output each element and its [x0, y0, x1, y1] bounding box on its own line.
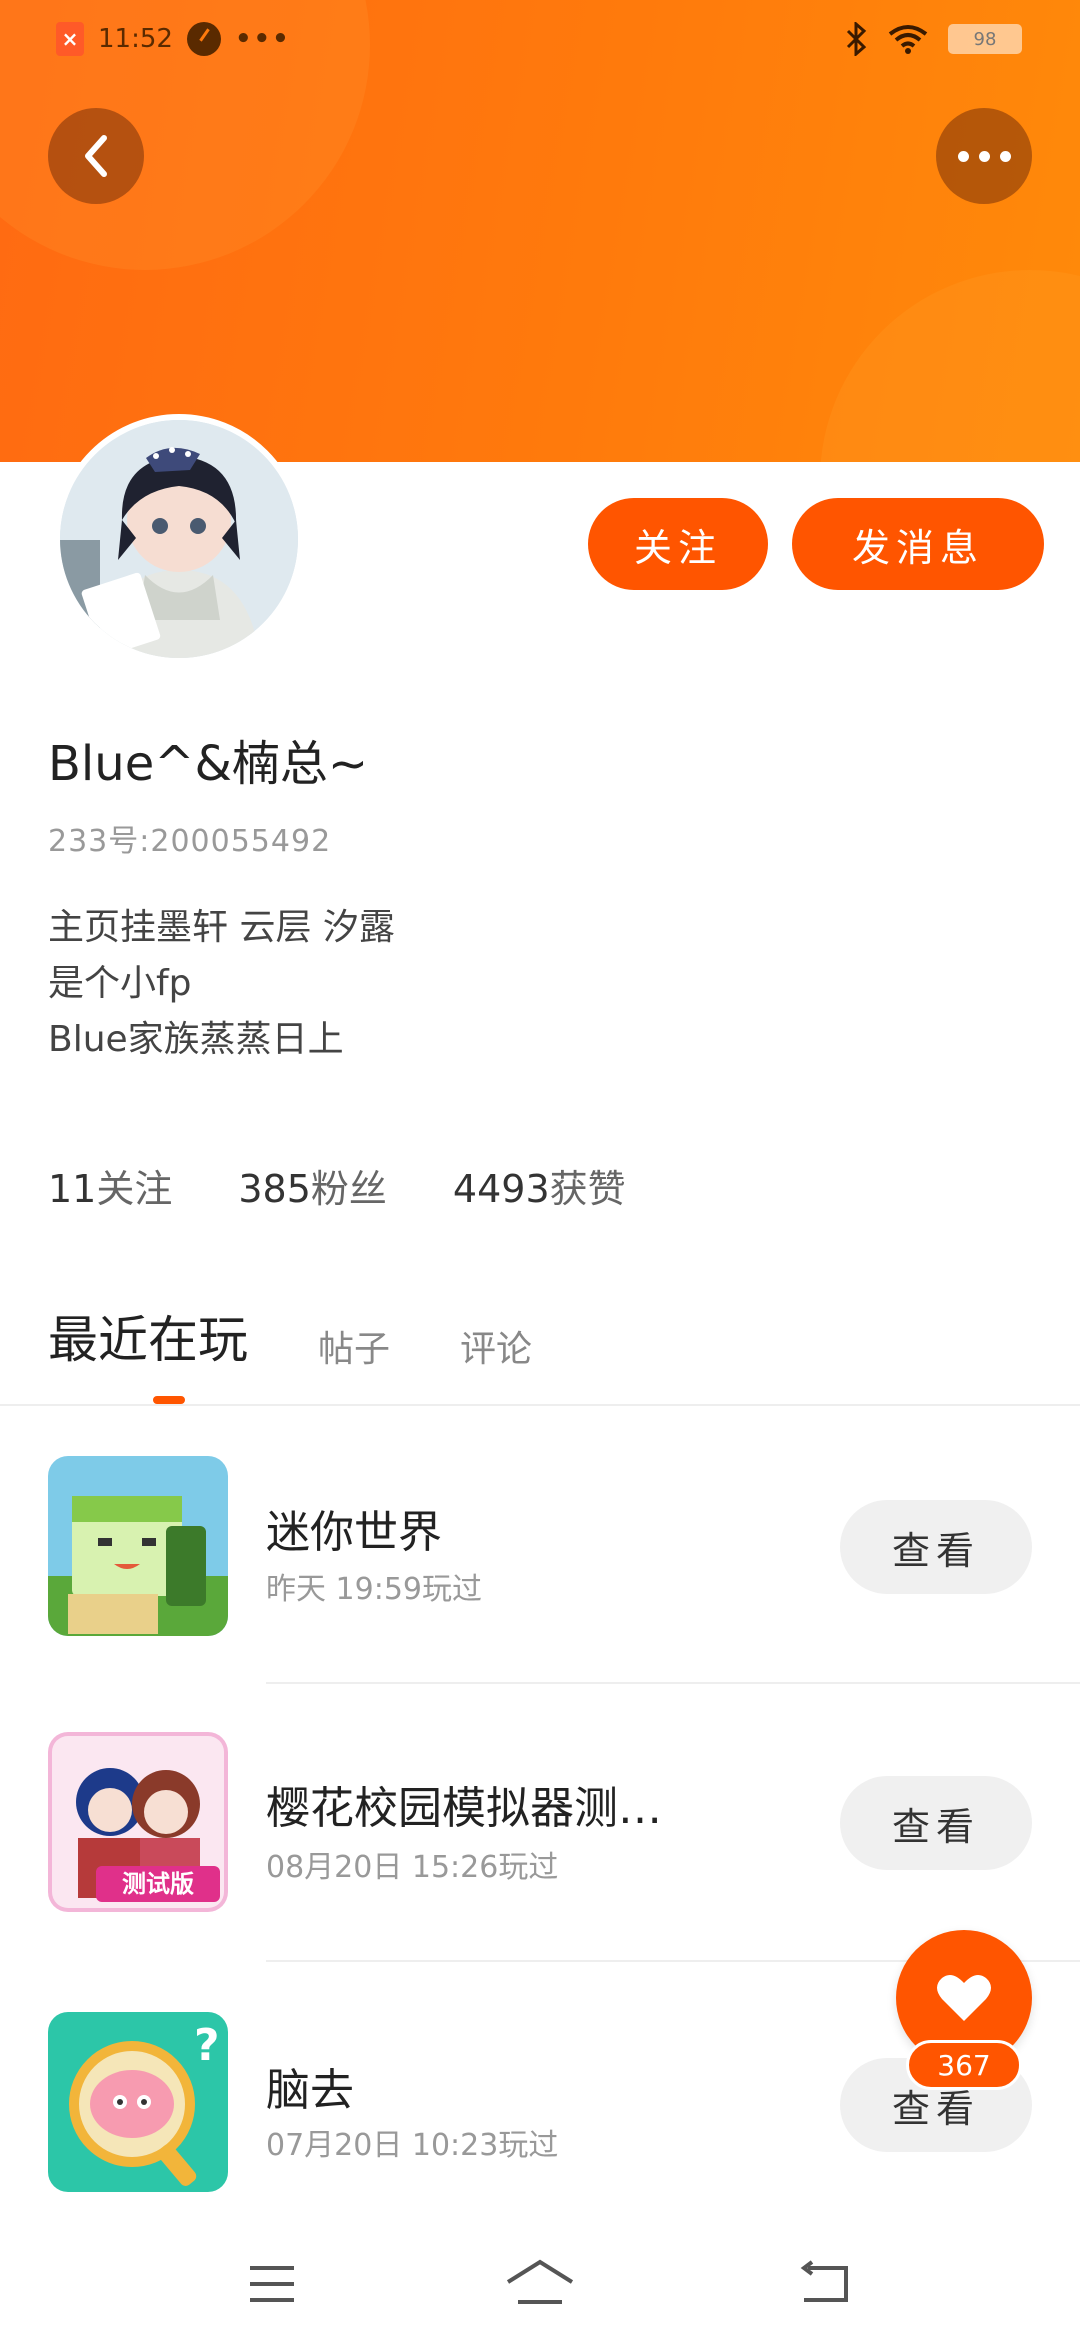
- mini-world-icon: [48, 1456, 228, 1636]
- follow-button[interactable]: 关注: [588, 498, 768, 590]
- user-bio: 主页挂墨轩 云层 汐露 是个小fp Blue家族蒸蒸日上: [48, 900, 395, 1068]
- stat-followers[interactable]: 385粉丝: [238, 1158, 387, 1213]
- home-icon[interactable]: [504, 2254, 576, 2314]
- game-title: 迷你世界: [266, 1507, 442, 1558]
- test-version-badge: 测试版: [122, 1870, 194, 1898]
- tab-posts[interactable]: 帖子: [318, 1320, 390, 1372]
- gauge-icon: [186, 22, 221, 56]
- played-time: 07月20日 10:23玩过: [266, 2128, 559, 2163]
- active-tab-indicator: [153, 1396, 185, 1404]
- stat-count: 11: [48, 1167, 97, 1211]
- battery-level: 98: [973, 28, 997, 50]
- view-button[interactable]: 查看: [840, 1776, 1032, 1870]
- more-dots-icon: [957, 150, 1011, 162]
- status-more-dots: •••: [234, 24, 291, 54]
- stat-label: 关注: [96, 1167, 173, 1211]
- back-arrow-icon: [85, 135, 107, 177]
- played-time: 08月20日 15:26玩过: [266, 1850, 559, 1885]
- more-button[interactable]: [936, 108, 1032, 204]
- wifi-icon: [888, 25, 928, 54]
- sakura-school-icon: 测试版: [48, 1732, 228, 1912]
- stat-label: 粉丝: [310, 1167, 387, 1211]
- svg-text:?: ?: [194, 2020, 220, 2071]
- game-title: 樱花校园模拟器测…: [266, 1783, 662, 1834]
- stat-count: 385: [238, 1167, 311, 1211]
- tab-comments[interactable]: 评论: [460, 1320, 532, 1372]
- back-button[interactable]: [48, 108, 144, 204]
- header-decoration: [820, 270, 1080, 462]
- bio-line: 是个小fp: [48, 963, 192, 1004]
- stat-following[interactable]: 11关注: [48, 1158, 172, 1213]
- avatar[interactable]: [54, 414, 304, 664]
- username: Blue^&楠总~: [48, 736, 369, 792]
- send-message-button[interactable]: 发消息: [792, 498, 1044, 590]
- list-item[interactable]: 测试版 樱花校园模拟器测… 08月20日 15:26玩过 查看: [0, 1684, 1080, 1962]
- stats-bar: 11关注 385粉丝 4493获赞: [48, 1158, 626, 1213]
- stat-count: 4493: [452, 1167, 550, 1211]
- menu-icon[interactable]: [242, 2254, 302, 2314]
- heart-icon: [937, 1974, 991, 2021]
- battery-icon: 98: [948, 24, 1022, 54]
- list-item[interactable]: 迷你世界 昨天 19:59玩过 查看: [0, 1406, 1080, 1684]
- stat-label: 获赞: [549, 1167, 626, 1211]
- system-nav-bar: [0, 2220, 1080, 2340]
- profile-tabs: 最近在玩 帖子 评论: [48, 1300, 532, 1372]
- tab-recently-played[interactable]: 最近在玩: [48, 1300, 248, 1372]
- avatar-image: [60, 420, 298, 658]
- stat-likes: 4493获赞: [453, 1158, 626, 1213]
- game-title: 脑去: [266, 2065, 354, 2116]
- user-id: 233号:200055492: [48, 824, 332, 859]
- bluetooth-icon: [846, 22, 867, 56]
- notification-app-icon: ×: [56, 22, 84, 56]
- back-icon[interactable]: [794, 2254, 854, 2314]
- bio-line: Blue家族蒸蒸日上: [48, 1019, 344, 1060]
- status-time: 11:52: [98, 24, 173, 54]
- played-time: 昨天 19:59玩过: [266, 1572, 482, 1607]
- bio-line: 主页挂墨轩 云层 汐露: [48, 907, 395, 948]
- view-button[interactable]: 查看: [840, 1500, 1032, 1594]
- brain-game-icon: ?: [48, 2012, 228, 2192]
- status-bar: × 11:52 ••• 98: [0, 0, 1080, 86]
- like-count-badge: 367: [906, 2040, 1022, 2090]
